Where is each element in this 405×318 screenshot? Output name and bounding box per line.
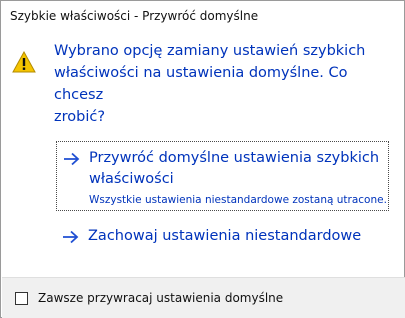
- always-restore-checkbox[interactable]: [15, 291, 28, 305]
- dialog-footer: Zawsze przywracaj ustawienia domyślne: [2, 277, 405, 318]
- main-instruction: Wybrano opcję zamiany ustawień szybkich …: [54, 43, 366, 125]
- restore-defaults-label: Przywróć domyślne ustawienia szybkich wł…: [89, 150, 380, 187]
- restore-defaults-note: Wszystkie ustawienia niestandardowe zost…: [89, 194, 387, 206]
- warning-icon: [12, 51, 36, 73]
- restore-defaults-command[interactable]: Przywróć domyślne ustawienia szybkich wł…: [56, 141, 389, 211]
- keep-custom-command[interactable]: Zachowaj ustawienia niestandardowe: [56, 221, 389, 251]
- dialog-window: Szybkie właściwości - Przywróć domyślne …: [0, 0, 405, 318]
- arrow-right-icon: [64, 152, 80, 166]
- keep-custom-label: Zachowaj ustawienia niestandardowe: [88, 228, 362, 244]
- window-title: Szybkie właściwości - Przywróć domyślne: [10, 9, 259, 23]
- arrow-right-icon: [63, 230, 79, 244]
- always-restore-checkbox-row[interactable]: Zawsze przywracaj ustawienia domyślne: [15, 291, 283, 305]
- always-restore-label: Zawsze przywracaj ustawienia domyślne: [38, 291, 284, 305]
